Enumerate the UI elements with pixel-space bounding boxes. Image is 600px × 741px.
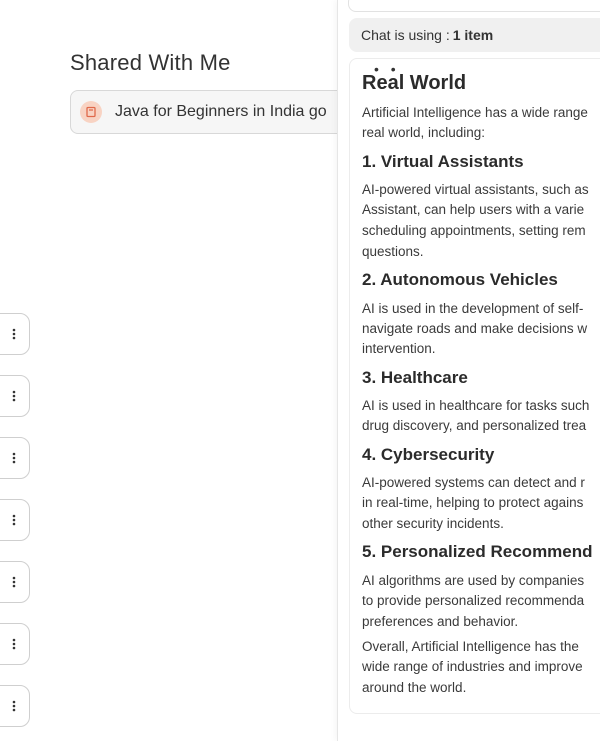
heading-personalized-recommendations: 5. Personalized Recommend [362,542,593,561]
file-icon [80,101,102,123]
heading-healthcare: 3. Healthcare [362,368,468,387]
paragraph-line: AI is used in healthcare for tasks such [362,398,590,413]
more-vertical-icon [12,700,16,712]
paragraph-line: intervention. [362,341,436,356]
paragraph-line: around the world. [362,680,467,695]
paragraph-line: AI-powered systems can detect and r [362,475,585,490]
chat-input-edge [348,0,600,12]
shared-with-me-title: Shared With Me [70,50,231,75]
shared-file-item[interactable]: Java for Beginners in India go [70,90,360,134]
chat-context-count: 1 item [452,27,494,43]
heading-cybersecurity: 4. Cybersecurity [362,445,495,464]
chat-context-prefix: Chat is using : [361,27,450,43]
more-options-button[interactable] [0,313,30,355]
more-options-button[interactable] [0,685,30,727]
more-options-button[interactable] [0,561,30,603]
more-vertical-icon [12,328,16,340]
heading-real-world: Real World [362,72,467,94]
heading-autonomous-vehicles: 2. Autonomous Vehicles [362,270,558,289]
more-options-button[interactable] [0,623,30,665]
paragraph-line: to provide personalized recommenda [362,593,585,608]
paragraph-line: questions. [362,244,424,259]
paragraph-line: other security incidents. [362,516,504,531]
more-vertical-icon [12,514,16,526]
paragraph-line: scheduling appointments, setting rem [362,223,586,238]
more-options-button[interactable] [0,499,30,541]
paragraph-line: navigate roads and make decisions w [362,321,588,336]
chat-context-bar[interactable]: Chat is using : 1 item [349,18,600,52]
more-vertical-icon [12,576,16,588]
shared-file-label: Java for Beginners in India go [115,103,327,120]
chat-response-card: • • Real World Artificial Intelligence h… [349,58,600,714]
paragraph-line: drug discovery, and personalized trea [362,418,587,433]
paragraph-line: preferences and behavior. [362,614,519,629]
paragraph-line: Artificial Intelligence has a wide range [362,105,588,120]
paragraph-line: AI-powered virtual assistants, such as [362,182,589,197]
paragraph-line: Assistant, can help users with a varie [362,202,585,217]
more-options-button[interactable] [0,437,30,479]
paragraph-line: AI algorithms are used by companies [362,573,585,588]
paragraph-line: in real-time, helping to protect agains [362,495,584,510]
heading-virtual-assistants: 1. Virtual Assistants [362,152,524,171]
chat-panel: Chat is using : 1 item • • Real World Ar… [337,0,600,741]
more-vertical-icon [12,638,16,650]
paragraph-line: AI is used in the development of self- [362,301,584,316]
paragraph-line: Overall, Artificial Intelligence has the [362,639,579,654]
more-vertical-icon [12,452,16,464]
more-options-button[interactable] [0,375,30,417]
paragraph-line: real world, including: [362,125,486,140]
paragraph-line: wide range of industries and improve [362,659,583,674]
more-vertical-icon [12,390,16,402]
